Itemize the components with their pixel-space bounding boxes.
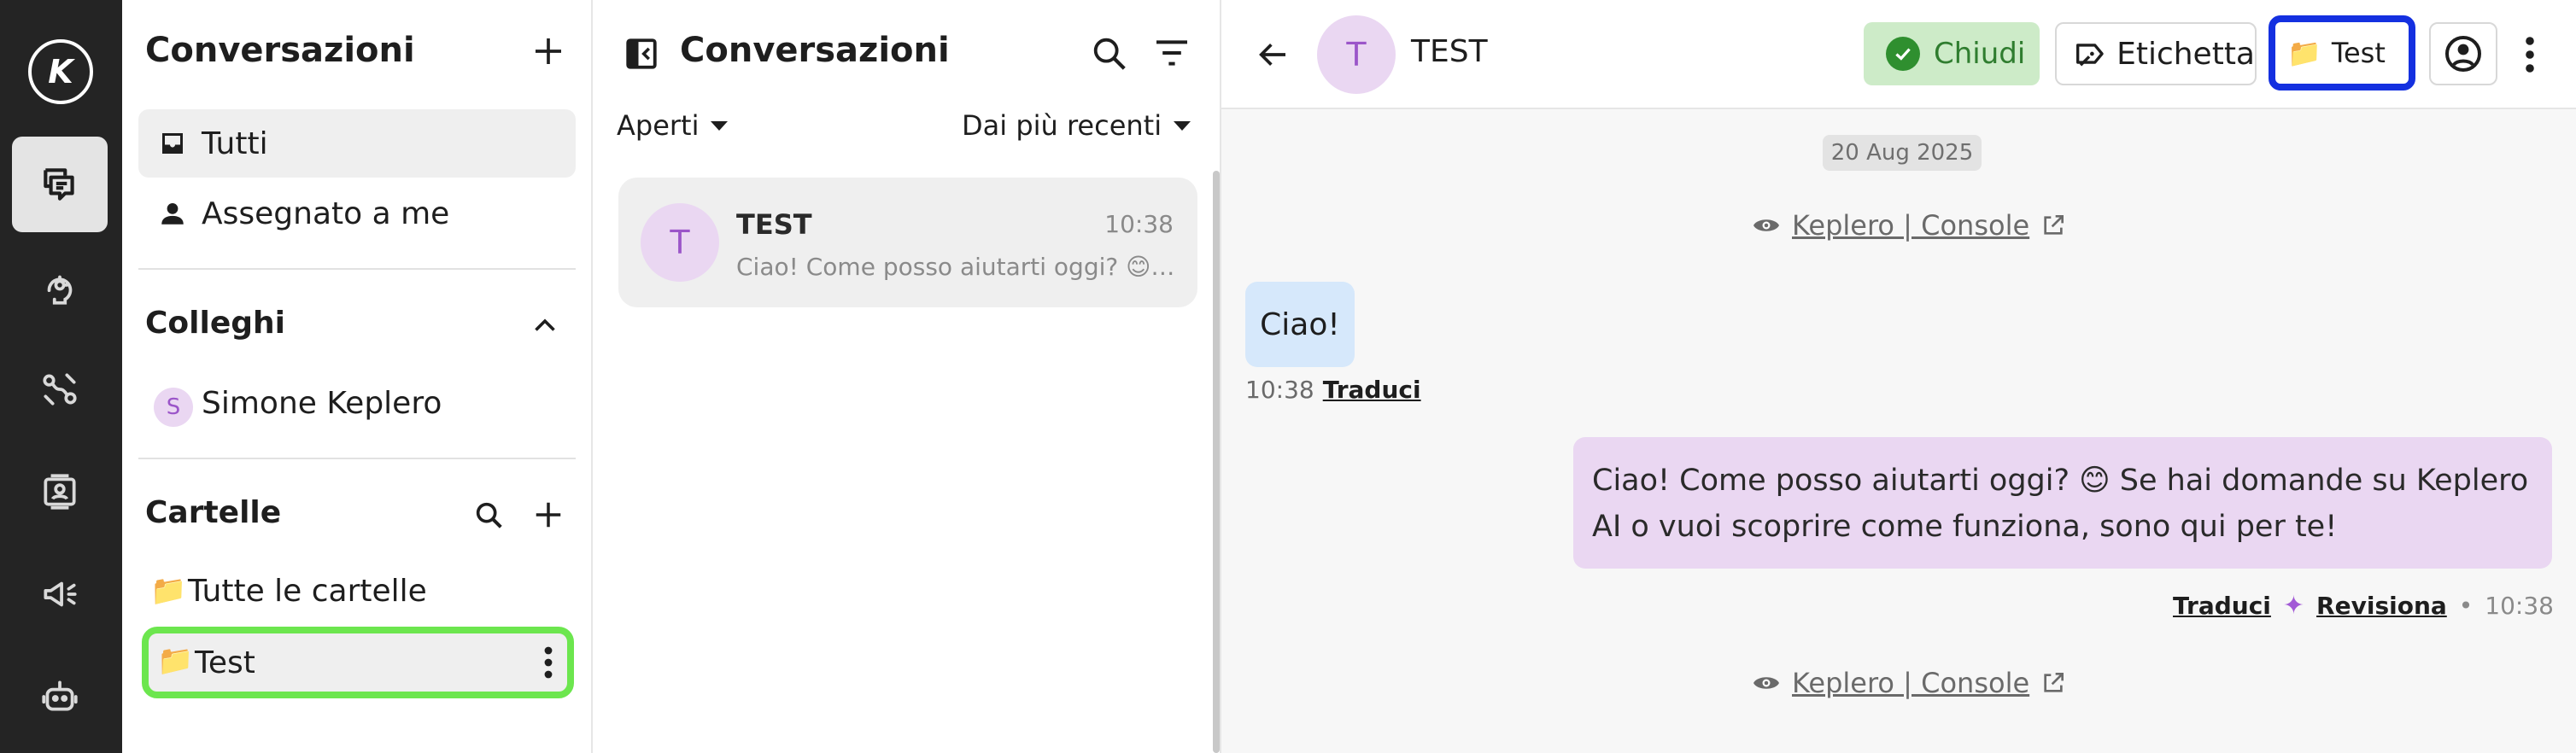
folder-assign-button[interactable]: 📁 Test <box>2269 15 2415 90</box>
eye-icon <box>1753 219 1779 231</box>
search-icon[interactable] <box>1090 34 1129 73</box>
agents-icon[interactable] <box>12 239 108 335</box>
avatar: T <box>1317 15 1396 94</box>
sidebar-item-label: Tutti <box>202 125 268 161</box>
folders-section-title: Cartelle <box>145 495 282 530</box>
sort-label: Dai più recenti <box>962 109 1162 142</box>
conversations-sidebar: Conversazioni Tutti Assegnato a me Colle… <box>122 0 593 753</box>
avatar: S <box>154 388 193 427</box>
outgoing-message-bubble: Ciao! Come posso aiutarti oggi? 😊 Se hai… <box>1573 437 2552 569</box>
folder-label: Test <box>195 645 255 680</box>
brand-logo-icon[interactable]: K <box>28 39 93 104</box>
date-separator: 20 Aug 2025 <box>1823 135 1982 171</box>
person-icon <box>155 196 190 231</box>
eye-icon <box>1753 677 1779 689</box>
incoming-message-bubble: Ciao! <box>1245 282 1355 367</box>
external-link-icon <box>2044 215 2064 235</box>
avatar: T <box>641 203 719 282</box>
status-filter-label: Aperti <box>617 109 700 142</box>
folder-icon: 📁 <box>150 574 187 608</box>
label-button-label: Etichetta <box>2116 36 2255 72</box>
filter-icon[interactable] <box>1153 38 1191 68</box>
sidebar-item-assegnato[interactable]: Assegnato a me <box>138 179 576 248</box>
bot-icon[interactable] <box>12 649 108 744</box>
contact-name: TEST <box>1411 34 1488 69</box>
conversation-list-panel: Conversazioni Aperti Dai più recenti T T… <box>593 0 1221 753</box>
sort-dropdown[interactable]: Dai più recenti <box>962 109 1191 142</box>
message-time: 10:38 <box>2485 592 2554 620</box>
brand-logo-letter: K <box>48 53 73 90</box>
kebab-menu-icon[interactable] <box>543 645 553 680</box>
contacts-icon[interactable] <box>12 444 108 540</box>
incoming-message-meta: 10:38 Traduci <box>1245 376 1421 404</box>
caret-down-icon <box>1174 120 1191 131</box>
label-tag-icon <box>2076 44 2104 67</box>
external-link-icon <box>2044 673 2064 692</box>
meta-separator: • <box>2458 592 2474 620</box>
conversation-list-title: Conversazioni <box>680 31 950 70</box>
back-arrow-icon[interactable] <box>1256 38 1290 72</box>
colleague-item[interactable]: Simone Keplero <box>138 369 576 437</box>
sidebar-title: Conversazioni <box>145 31 415 70</box>
source-link-label: Keplero | Console <box>1792 667 2030 699</box>
source-link-label: Keplero | Console <box>1792 209 2030 242</box>
divider <box>138 268 576 270</box>
assign-user-button[interactable] <box>2429 22 2497 85</box>
new-conversation-plus-icon[interactable] <box>531 34 565 68</box>
chevron-up-icon[interactable] <box>530 311 560 341</box>
sidebar-item-tutti[interactable]: Tutti <box>138 109 576 178</box>
campaigns-icon[interactable] <box>12 546 108 642</box>
scrollbar[interactable] <box>1213 171 1220 753</box>
close-conversation-button[interactable]: Chiudi <box>1864 22 2040 85</box>
conversation-time: 10:38 <box>1104 210 1174 238</box>
source-link[interactable]: Keplero | Console <box>1751 207 2067 244</box>
colleague-label: Simone Keplero <box>202 385 442 421</box>
sparkle-icon: ✦ <box>2282 591 2305 621</box>
translate-link[interactable]: Traduci <box>2173 592 2271 620</box>
user-circle-icon <box>2445 36 2481 72</box>
folder-icon: 📁 <box>157 644 194 678</box>
message-time: 10:38 <box>1245 376 1314 404</box>
outgoing-message-meta: Traduci ✦ Revisiona • 10:38 <box>2173 591 2554 621</box>
chat-panel: T TEST Chiudi Etichetta 📁 Test 20 Aug 20… <box>1221 0 2576 753</box>
app-rail: K <box>0 0 122 753</box>
toggle-sidebar-icon[interactable] <box>624 36 659 72</box>
conversation-card[interactable]: T TEST 10:38 Ciao! Come posso aiutarti o… <box>618 178 1197 307</box>
review-link[interactable]: Revisiona <box>2316 592 2447 620</box>
sidebar-item-label: Assegnato a me <box>202 196 450 231</box>
close-conversation-label: Chiudi <box>1934 37 2026 71</box>
divider <box>138 458 576 459</box>
folder-item-test[interactable]: 📁 Test <box>142 627 574 698</box>
add-folder-plus-icon[interactable] <box>532 499 565 531</box>
folder-icon: 📁 <box>2287 37 2321 69</box>
chat-header: T TEST Chiudi Etichetta 📁 Test <box>1221 0 2576 109</box>
translate-link[interactable]: Traduci <box>1323 376 1421 404</box>
caret-down-icon <box>711 120 729 131</box>
folder-assign-label: Test <box>2331 37 2386 69</box>
folder-item-all[interactable]: 📁 Tutte le cartelle <box>138 557 576 625</box>
conversation-name: TEST <box>736 208 812 241</box>
chat-icon[interactable] <box>12 137 108 232</box>
more-options-icon[interactable] <box>2525 36 2535 73</box>
search-folders-icon[interactable] <box>472 499 506 533</box>
source-link[interactable]: Keplero | Console <box>1751 664 2067 702</box>
integrations-icon[interactable] <box>12 341 108 437</box>
folder-label: Tutte le cartelle <box>188 573 427 609</box>
status-filter-dropdown[interactable]: Aperti <box>617 109 729 142</box>
check-circle-icon <box>1886 37 1920 71</box>
label-button[interactable]: Etichetta <box>2055 22 2257 85</box>
conversation-preview: Ciao! Come posso aiutarti oggi? 😊 Se hai… <box>736 253 1175 281</box>
inbox-icon <box>155 126 190 161</box>
colleagues-section-title: Colleghi <box>145 306 285 341</box>
